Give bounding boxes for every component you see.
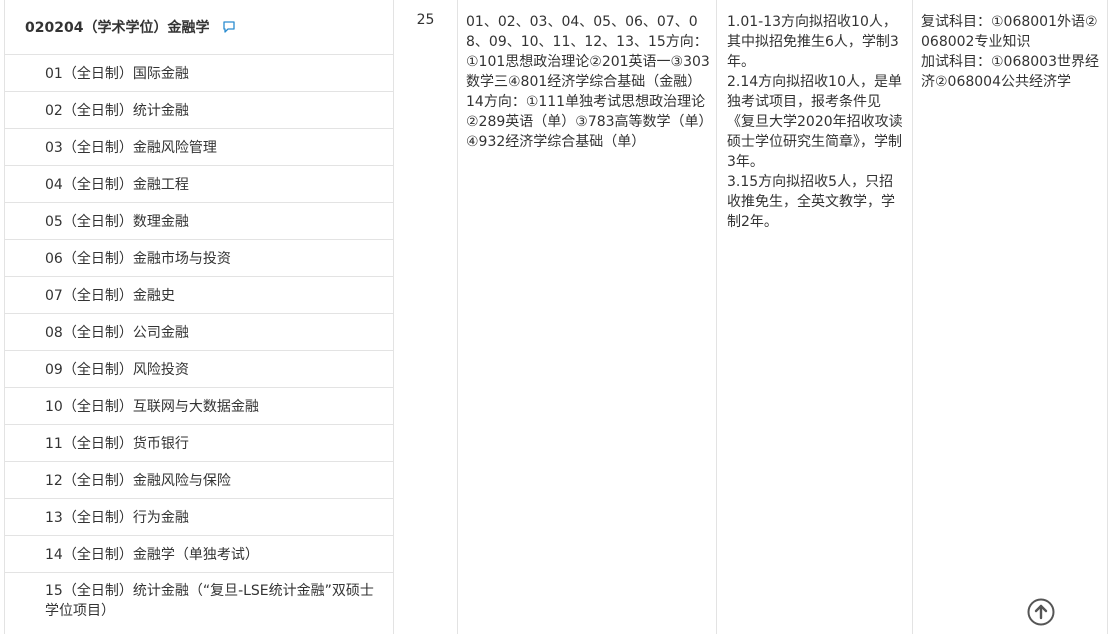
direction-label: 08（全日制）公司金融 bbox=[45, 325, 189, 341]
exam-subjects-column: 01、02、03、04、05、06、07、08、09、10、11、12、13、1… bbox=[457, 0, 716, 634]
direction-item[interactable]: 15（全日制）统计金融（“复旦-LSE统计金融”双硕士学位项目） bbox=[5, 573, 393, 629]
back-to-top-button[interactable] bbox=[1027, 598, 1055, 626]
retest-text: 复试科目：①068001外语②068002专业知识 加试科目：①068003世界… bbox=[921, 14, 1099, 90]
direction-label: 10（全日制）互联网与大数据金融 bbox=[45, 399, 259, 415]
direction-item[interactable]: 01（全日制）国际金融 bbox=[5, 55, 393, 92]
program-column: 020204（学术学位）金融学 01（全日制）国际金融 02（全日制）统计金融 03… bbox=[4, 0, 393, 634]
exam-subjects-text: 01、02、03、04、05、06、07、08、09、10、11、12、13、1… bbox=[466, 14, 710, 150]
retest-column: 复试科目：①068001外语②068002专业知识 加试科目：①068003世界… bbox=[912, 0, 1108, 634]
arrow-up-circle-icon bbox=[1027, 598, 1055, 626]
direction-label: 06（全日制）金融市场与投资 bbox=[45, 251, 231, 267]
direction-item[interactable]: 05（全日制）数理金融 bbox=[5, 203, 393, 240]
direction-label: 09（全日制）风险投资 bbox=[45, 362, 189, 378]
direction-item[interactable]: 06（全日制）金融市场与投资 bbox=[5, 240, 393, 277]
direction-item[interactable]: 04（全日制）金融工程 bbox=[5, 166, 393, 203]
program-header: 020204（学术学位）金融学 bbox=[5, 0, 393, 55]
direction-label: 12（全日制）金融风险与保险 bbox=[45, 473, 231, 489]
direction-label: 01（全日制）国际金融 bbox=[45, 66, 189, 82]
graduate-catalog-table: 020204（学术学位）金融学 01（全日制）国际金融 02（全日制）统计金融 03… bbox=[0, 0, 1108, 634]
direction-item[interactable]: 07（全日制）金融史 bbox=[5, 277, 393, 314]
direction-label: 14（全日制）金融学（单独考试） bbox=[45, 547, 259, 563]
notes-column: 1.01-13方向拟招收10人，其中拟招免推生6人，学制3年。 2.14方向拟招… bbox=[716, 0, 912, 634]
direction-label: 15（全日制）统计金融（“复旦-LSE统计金融”双硕士学位项目） bbox=[45, 583, 374, 619]
notes-text: 1.01-13方向拟招收10人，其中拟招免推生6人，学制3年。 2.14方向拟招… bbox=[727, 14, 903, 230]
enrollment-count: 25 bbox=[416, 12, 435, 28]
direction-label: 03（全日制）金融风险管理 bbox=[45, 140, 217, 156]
direction-label: 05（全日制）数理金融 bbox=[45, 214, 189, 230]
direction-label: 02（全日制）统计金融 bbox=[45, 103, 189, 119]
direction-label: 04（全日制）金融工程 bbox=[45, 177, 189, 193]
direction-item[interactable]: 03（全日制）金融风险管理 bbox=[5, 129, 393, 166]
direction-item[interactable]: 11（全日制）货币银行 bbox=[5, 425, 393, 462]
direction-item[interactable]: 14（全日制）金融学（单独考试） bbox=[5, 536, 393, 573]
direction-label: 11（全日制）货币银行 bbox=[45, 436, 189, 452]
direction-item[interactable]: 12（全日制）金融风险与保险 bbox=[5, 462, 393, 499]
direction-label: 13（全日制）行为金融 bbox=[45, 510, 189, 526]
direction-list: 01（全日制）国际金融 02（全日制）统计金融 03（全日制）金融风险管理 04（全日… bbox=[5, 55, 393, 629]
program-title: 020204（学术学位）金融学 bbox=[25, 20, 210, 36]
direction-item[interactable]: 13（全日制）行为金融 bbox=[5, 499, 393, 536]
comment-icon[interactable] bbox=[221, 19, 237, 35]
direction-item[interactable]: 10（全日制）互联网与大数据金融 bbox=[5, 388, 393, 425]
direction-item[interactable]: 08（全日制）公司金融 bbox=[5, 314, 393, 351]
direction-item[interactable]: 09（全日制）风险投资 bbox=[5, 351, 393, 388]
enrollment-column: 25 bbox=[393, 0, 457, 634]
direction-item[interactable]: 02（全日制）统计金融 bbox=[5, 92, 393, 129]
direction-label: 07（全日制）金融史 bbox=[45, 288, 175, 304]
